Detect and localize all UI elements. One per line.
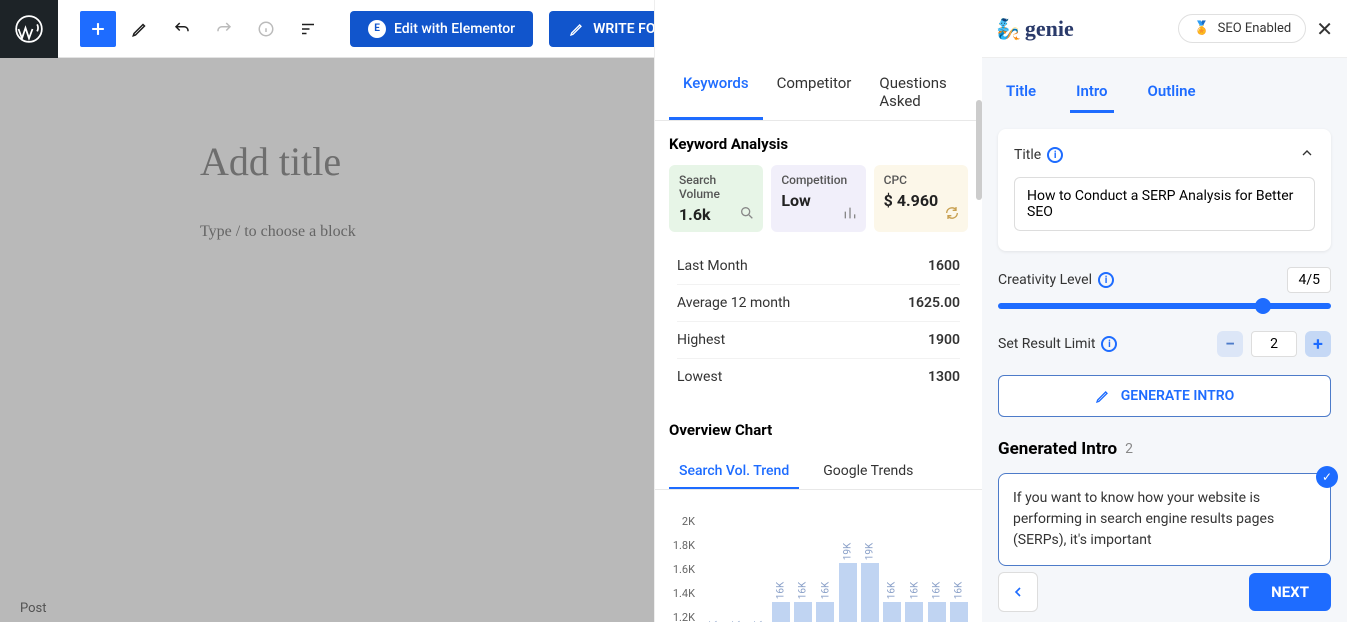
limit-decrement[interactable]: − [1217,331,1243,357]
elementor-icon: E [368,20,386,38]
overview-chart-heading: Overview Chart [655,407,982,451]
wordpress-logo[interactable] [0,0,58,58]
tab-competitor[interactable]: Competitor [763,64,866,120]
comp-label: Competition [781,173,855,187]
slider-thumb[interactable] [1255,298,1271,314]
tab-questions[interactable]: Questions Asked [865,64,968,120]
generated-intro-heading: Generated Intro2 [982,417,1347,467]
edit-icon[interactable] [122,11,158,47]
info-icon[interactable]: i [1047,147,1063,163]
chart-bar [839,563,857,622]
cpc-label: CPC [884,173,958,187]
stat-row: Lowest1300 [677,358,960,395]
limit-input[interactable] [1251,331,1297,357]
elementor-button[interactable]: E Edit with Elementor [350,11,533,47]
search-icon [739,205,755,224]
stats-list: Last Month1600 Average 12 month1625.00 H… [655,232,982,407]
chart-bar [772,602,790,622]
chevron-up-icon[interactable] [1299,145,1315,165]
tab-keywords[interactable]: Keywords [669,64,763,120]
generated-result[interactable]: ✓ If you want to know how your website i… [998,473,1331,566]
next-button[interactable]: NEXT [1249,573,1331,611]
title-input[interactable] [1014,177,1315,231]
info-icon[interactable]: i [1098,272,1114,288]
editor-overlay [0,58,654,622]
chart-bar [861,563,879,622]
rtab-title[interactable]: Title [1000,72,1042,113]
back-button[interactable] [998,572,1038,612]
bars-icon [842,205,858,224]
keyword-tabs: Keywords Competitor Questions Asked [655,64,982,120]
chart-tab-google-trends[interactable]: Google Trends [813,455,923,489]
stat-row: Last Month1600 [677,248,960,284]
keyword-panel: Keywords Competitor Questions Asked Keyw… [654,0,982,622]
info-icon[interactable] [248,11,284,47]
info-icon[interactable]: i [1101,336,1117,352]
rtab-intro[interactable]: Intro [1070,72,1113,113]
redo-button[interactable] [206,11,242,47]
add-block-button[interactable] [80,11,116,47]
creativity-slider[interactable] [998,303,1331,309]
chart-bar [794,602,812,622]
title-card: Titlei [998,129,1331,251]
undo-button[interactable] [164,11,200,47]
chart-tab-search-vol[interactable]: Search Vol. Trend [669,455,799,489]
genie-logo: 🧞 genie [996,16,1074,42]
elementor-label: Edit with Elementor [394,21,515,37]
seo-enabled-pill[interactable]: 🏅 SEO Enabled [1178,14,1306,43]
competition-card: Competition Low [771,165,865,232]
chart-bar [950,602,968,622]
keyword-analysis-heading: Keyword Analysis [655,121,982,165]
rtab-outline[interactable]: Outline [1142,72,1202,113]
stat-row: Average 12 month1625.00 [677,284,960,321]
chart-bar [928,602,946,622]
close-icon[interactable]: ✕ [1316,17,1333,41]
limit-increment[interactable]: + [1305,331,1331,357]
medal-icon: 🏅 [1193,21,1209,36]
cpc-card: CPC $ 4.960 [874,165,968,232]
search-volume-card: Search Volume 1.6k [669,165,763,232]
chart-bar [883,602,901,622]
search-volume-chart: 2K1.8K1.6K1.4K1.2K1K 13K13K13K16K16K16K1… [655,500,982,622]
genie-panel: 🧞 genie 🏅 SEO Enabled ✕ Title Intro Outl… [982,0,1347,622]
outline-icon[interactable] [290,11,326,47]
stat-row: Highest1900 [677,321,960,358]
sv-label: Search Volume [679,173,753,201]
creativity-value: 4/5 [1287,267,1331,293]
check-icon: ✓ [1316,466,1338,488]
chart-bar [816,602,834,622]
generate-intro-button[interactable]: GENERATE INTRO [998,375,1331,417]
chart-bar [905,602,923,622]
refresh-icon [944,205,960,224]
